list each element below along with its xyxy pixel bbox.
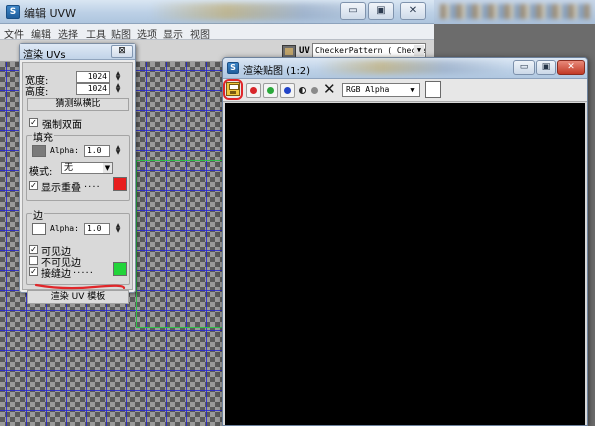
show-overlap-checkbox[interactable]: ✓ [29,181,38,190]
force-2sided-checkbox[interactable]: ✓ [29,118,38,127]
render-map-window: S 渲染贴图 (1:2) ▭ ▣ ✕ ✕ RGB Alpha ▼ [222,57,588,426]
close-button[interactable]: ✕ [557,60,585,75]
fill-color-swatch[interactable] [32,145,46,157]
red-dot-icon [250,87,257,94]
chevron-down-icon: ▼ [103,163,112,173]
maximize-button[interactable]: ▣ [368,2,394,20]
uv-bounds-green-border [136,160,226,328]
blurred-titlebar-background [318,60,508,74]
render-uvs-panel: 宽度: 1024 ▲ ▼ 高度: 1024 ▲ ▼ 猜测纵横比 ✓ 强制双面 填充 … [22,62,133,304]
menu-view[interactable]: 视图 [190,26,210,41]
background-color-swatch[interactable] [425,81,441,98]
edge-alpha-label: Alpha: [50,224,79,233]
edges-group-label: 边 [32,207,44,222]
render-map-title: 渲染贴图 (1:2) [243,66,311,77]
map-select-dropdown[interactable]: CheckerPattern ( Checker ▼ [312,43,426,58]
minimize-button[interactable]: ▭ [513,60,535,75]
render-output-canvas [225,103,585,425]
edit-uvw-titlebar[interactable]: S 编辑 UVW ▭ ▣ ✕ [0,0,434,24]
channel-display-value: RGB Alpha [346,85,390,94]
menubar: 文件 编辑 选择 工具 贴图 选项 显示 视图 [0,24,434,41]
green-channel-button[interactable] [263,83,278,98]
red-annotation-underline [34,283,126,290]
channel-display-dropdown[interactable]: RGB Alpha ▼ [342,83,420,97]
red-channel-button[interactable] [246,83,261,98]
height-input[interactable]: 1024 [76,83,110,95]
seam-edges-dots: ..... [73,265,94,276]
window-title: 编辑 UVW [24,7,76,20]
menu-edit[interactable]: 编辑 [31,26,51,41]
alpha-channel-icon[interactable] [299,87,306,94]
render-uvs-titlebar[interactable]: 渲染 UVs ⊠ [20,44,135,61]
menu-display[interactable]: 显示 [163,26,183,41]
fill-alpha-input[interactable]: 1.0 [84,145,110,157]
blue-dot-icon [284,87,291,94]
uv-label: UV [299,46,310,56]
mode-value: 无 [64,163,74,173]
fill-alpha-label: Alpha: [50,146,79,155]
show-overlap-dots: .... [84,179,101,190]
mode-label: 模式: [29,167,53,178]
width-input[interactable]: 1024 [76,71,110,83]
monochrome-icon[interactable] [311,87,318,94]
clear-icon[interactable]: ✕ [323,82,336,97]
render-map-toolbar: ✕ RGB Alpha ▼ [223,79,587,102]
fill-group-label: 填充 [32,129,54,144]
invisible-edges-checkbox[interactable] [29,256,38,265]
height-spinner[interactable]: ▲ ▼ [114,83,122,95]
map-select-value: CheckerPattern ( Checker [315,46,426,55]
visible-edges-checkbox[interactable]: ✓ [29,245,38,254]
menu-file[interactable]: 文件 [4,26,24,41]
overlap-color-swatch[interactable] [113,177,127,191]
menu-options[interactable]: 选项 [137,26,157,41]
render-uvs-title: 渲染 UVs [23,50,66,61]
seam-edges-label: 接缝边 [41,269,71,280]
edge-alpha-input[interactable]: 1.0 [84,223,110,235]
blue-channel-button[interactable] [280,83,295,98]
close-button[interactable]: ✕ [400,2,426,20]
edge-color-swatch[interactable] [32,223,46,235]
mode-dropdown[interactable]: 无 ▼ [61,162,113,174]
chevron-down-icon: ▼ [414,45,424,56]
chevron-down-icon: ▼ [410,86,415,94]
fill-alpha-spinner[interactable]: ▲ ▼ [114,145,122,157]
guess-aspect-button[interactable]: 猜测纵横比 [27,98,129,111]
green-dot-icon [267,87,274,94]
3ds-max-icon: S [227,62,239,74]
render-map-titlebar[interactable]: S 渲染贴图 (1:2) ▭ ▣ ✕ [223,58,587,79]
blurred-toolbar [440,4,590,19]
close-button[interactable]: ⊠ [111,45,133,58]
seam-edges-checkbox[interactable]: ✓ [29,267,38,276]
render-uv-template-button[interactable]: 渲染 UV 模板 [27,290,129,304]
menu-tools[interactable]: 工具 [86,26,106,41]
minimize-button[interactable]: ▭ [340,2,366,20]
render-uvs-dialog: 渲染 UVs ⊠ 宽度: 1024 ▲ ▼ 高度: 1024 ▲ ▼ 猜测纵横比 ✓… [19,43,136,304]
menu-mapping[interactable]: 贴图 [111,26,131,41]
3ds-max-icon: S [6,5,20,19]
show-overlap-label: 显示重叠 [41,183,81,194]
background-titlebar [434,0,595,24]
edge-alpha-spinner[interactable]: ▲ ▼ [114,223,122,235]
menu-select[interactable]: 选择 [58,26,78,41]
maximize-button[interactable]: ▣ [536,60,556,75]
red-annotation-highlight [223,79,243,100]
height-label: 高度: [25,87,49,98]
seam-color-swatch[interactable] [113,262,127,276]
